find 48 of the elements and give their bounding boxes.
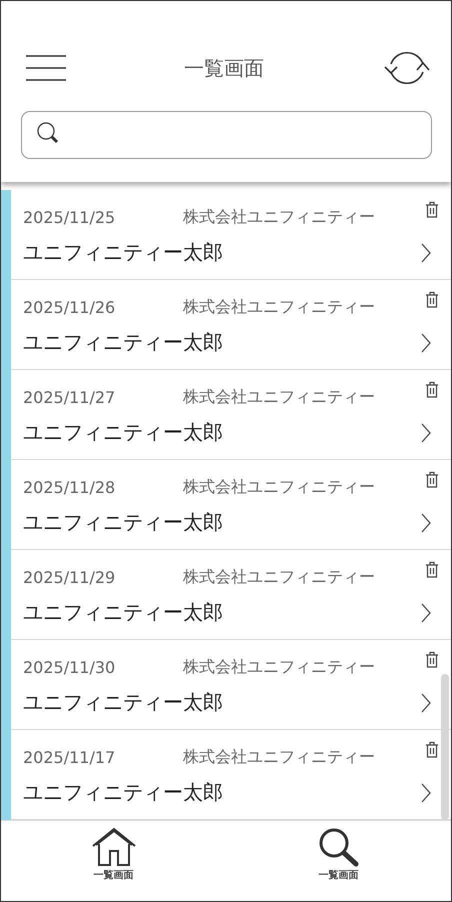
person-name: ユニフィニティー太郎 (23, 689, 223, 716)
company-name: 株式会社ユニフィニティー (183, 386, 375, 408)
chevron-right-icon[interactable] (421, 422, 431, 442)
company-name: 株式会社ユニフィニティー (183, 566, 375, 588)
record-item[interactable]: 2025/11/27 株式会社ユニフィニティー ユニフィニティー太郎 (11, 370, 451, 460)
chevron-right-icon[interactable] (421, 602, 431, 622)
chevron-right-icon[interactable] (421, 242, 431, 262)
menu-icon[interactable] (26, 55, 66, 81)
person-name: ユニフィニティー太郎 (23, 599, 223, 626)
record-date: 2025/11/25 (23, 208, 116, 226)
search-field[interactable] (21, 111, 432, 159)
record-date: 2025/11/17 (23, 748, 116, 766)
company-name: 株式会社ユニフィニティー (183, 656, 375, 678)
record-date: 2025/11/30 (23, 658, 116, 676)
scrollbar[interactable] (441, 674, 449, 820)
chevron-right-icon[interactable] (421, 332, 431, 352)
person-name: ユニフィニティー太郎 (23, 509, 223, 536)
nav-tab[interactable]: 一覧画面 (226, 821, 451, 901)
record-item[interactable]: 2025/11/29 株式会社ユニフィニティー ユニフィニティー太郎 (11, 550, 451, 640)
refresh-icon[interactable] (382, 50, 432, 86)
chevron-right-icon[interactable] (421, 782, 431, 802)
record-date: 2025/11/27 (23, 388, 116, 406)
company-name: 株式会社ユニフィニティー (183, 476, 375, 498)
company-name: 株式会社ユニフィニティー (183, 206, 375, 228)
trash-icon[interactable] (425, 471, 439, 488)
trash-icon[interactable] (425, 561, 439, 578)
person-name: ユニフィニティー太郎 (23, 419, 223, 446)
trash-icon[interactable] (425, 381, 439, 398)
trash-icon[interactable] (425, 741, 439, 758)
company-name: 株式会社ユニフィニティー (183, 296, 375, 318)
trash-icon[interactable] (425, 651, 439, 668)
person-name: ユニフィニティー太郎 (23, 239, 223, 266)
page-title: 一覧画面 (184, 54, 264, 82)
record-item[interactable]: 2025/11/26 株式会社ユニフィニティー ユニフィニティー太郎 (11, 280, 451, 370)
person-name: ユニフィニティー太郎 (23, 779, 223, 806)
trash-icon[interactable] (425, 291, 439, 308)
company-name: 株式会社ユニフィニティー (183, 746, 375, 768)
record-item[interactable]: 2025/11/28 株式会社ユニフィニティー ユニフィニティー太郎 (11, 460, 451, 550)
record-date: 2025/11/29 (23, 568, 116, 586)
nav-tab[interactable]: 一覧画面 (1, 821, 226, 901)
chevron-right-icon[interactable] (421, 512, 431, 532)
record-date: 2025/11/26 (23, 298, 116, 316)
person-name: ユニフィニティー太郎 (23, 329, 223, 356)
record-item[interactable]: 2025/11/25 株式会社ユニフィニティー ユニフィニティー太郎 (11, 190, 451, 280)
home-icon (90, 827, 136, 867)
trash-icon[interactable] (425, 201, 439, 218)
chevron-right-icon[interactable] (421, 692, 431, 712)
record-date: 2025/11/28 (23, 478, 116, 496)
